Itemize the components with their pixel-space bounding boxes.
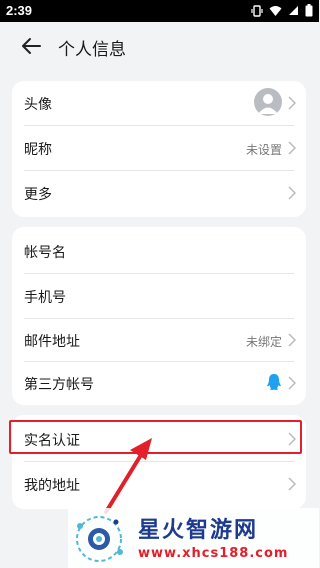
account-name-row[interactable]: 帐号名	[12, 229, 306, 273]
account-card: 帐号名 手机号 邮件地址 未绑定 第三方帐号	[12, 227, 306, 405]
my-address-label: 我的地址	[24, 478, 80, 494]
profile-card: 头像 昵称 未设置 更多	[12, 81, 306, 217]
nickname-row[interactable]: 昵称 未设置	[12, 126, 306, 170]
title-bar: 个人信息	[0, 22, 319, 72]
watermark-url: www.xhcs188.com	[138, 546, 289, 561]
wifi-icon	[269, 5, 282, 16]
avatar-icon	[254, 88, 282, 116]
chevron-right-icon	[288, 96, 296, 110]
my-address-row[interactable]: 我的地址	[12, 462, 306, 506]
avatar-label: 头像	[24, 97, 52, 113]
page-title: 个人信息	[58, 40, 126, 60]
chevron-right-icon	[288, 432, 296, 446]
real-name-label: 实名认证	[24, 433, 80, 449]
chevron-right-icon	[288, 333, 296, 347]
phone-label: 手机号	[24, 290, 66, 306]
status-bar: 2:39	[0, 0, 319, 22]
watermark-title: 星火智游网	[138, 518, 259, 543]
account-name-label: 帐号名	[24, 245, 66, 261]
email-value: 未绑定	[245, 335, 282, 349]
watermark-logo-icon	[76, 516, 123, 562]
battery-icon	[305, 4, 313, 17]
qq-icon	[267, 374, 281, 390]
avatar-row[interactable]: 头像	[12, 81, 306, 125]
email-row[interactable]: 邮件地址 未绑定	[12, 318, 306, 362]
watermark: 星火智游网 www.xhcs188.com	[68, 508, 319, 568]
vibrate-icon	[251, 4, 263, 17]
chevron-right-icon	[288, 477, 296, 491]
real-name-row[interactable]: 实名认证	[12, 417, 306, 461]
third-party-row[interactable]: 第三方帐号	[12, 361, 306, 405]
chevron-right-icon	[288, 186, 296, 200]
verify-card: 实名认证 我的地址	[12, 415, 306, 509]
phone-row[interactable]: 手机号	[12, 274, 306, 318]
third-party-label: 第三方帐号	[24, 377, 94, 393]
signal-icon	[289, 6, 298, 15]
nickname-value: 未设置	[245, 143, 282, 157]
status-time: 2:39	[6, 3, 33, 18]
more-row[interactable]: 更多	[12, 171, 306, 215]
email-label: 邮件地址	[24, 334, 80, 350]
chevron-right-icon	[288, 376, 296, 390]
more-label: 更多	[24, 187, 52, 203]
nickname-label: 昵称	[24, 142, 52, 158]
back-arrow-icon[interactable]	[20, 36, 42, 56]
chevron-right-icon	[288, 141, 296, 155]
